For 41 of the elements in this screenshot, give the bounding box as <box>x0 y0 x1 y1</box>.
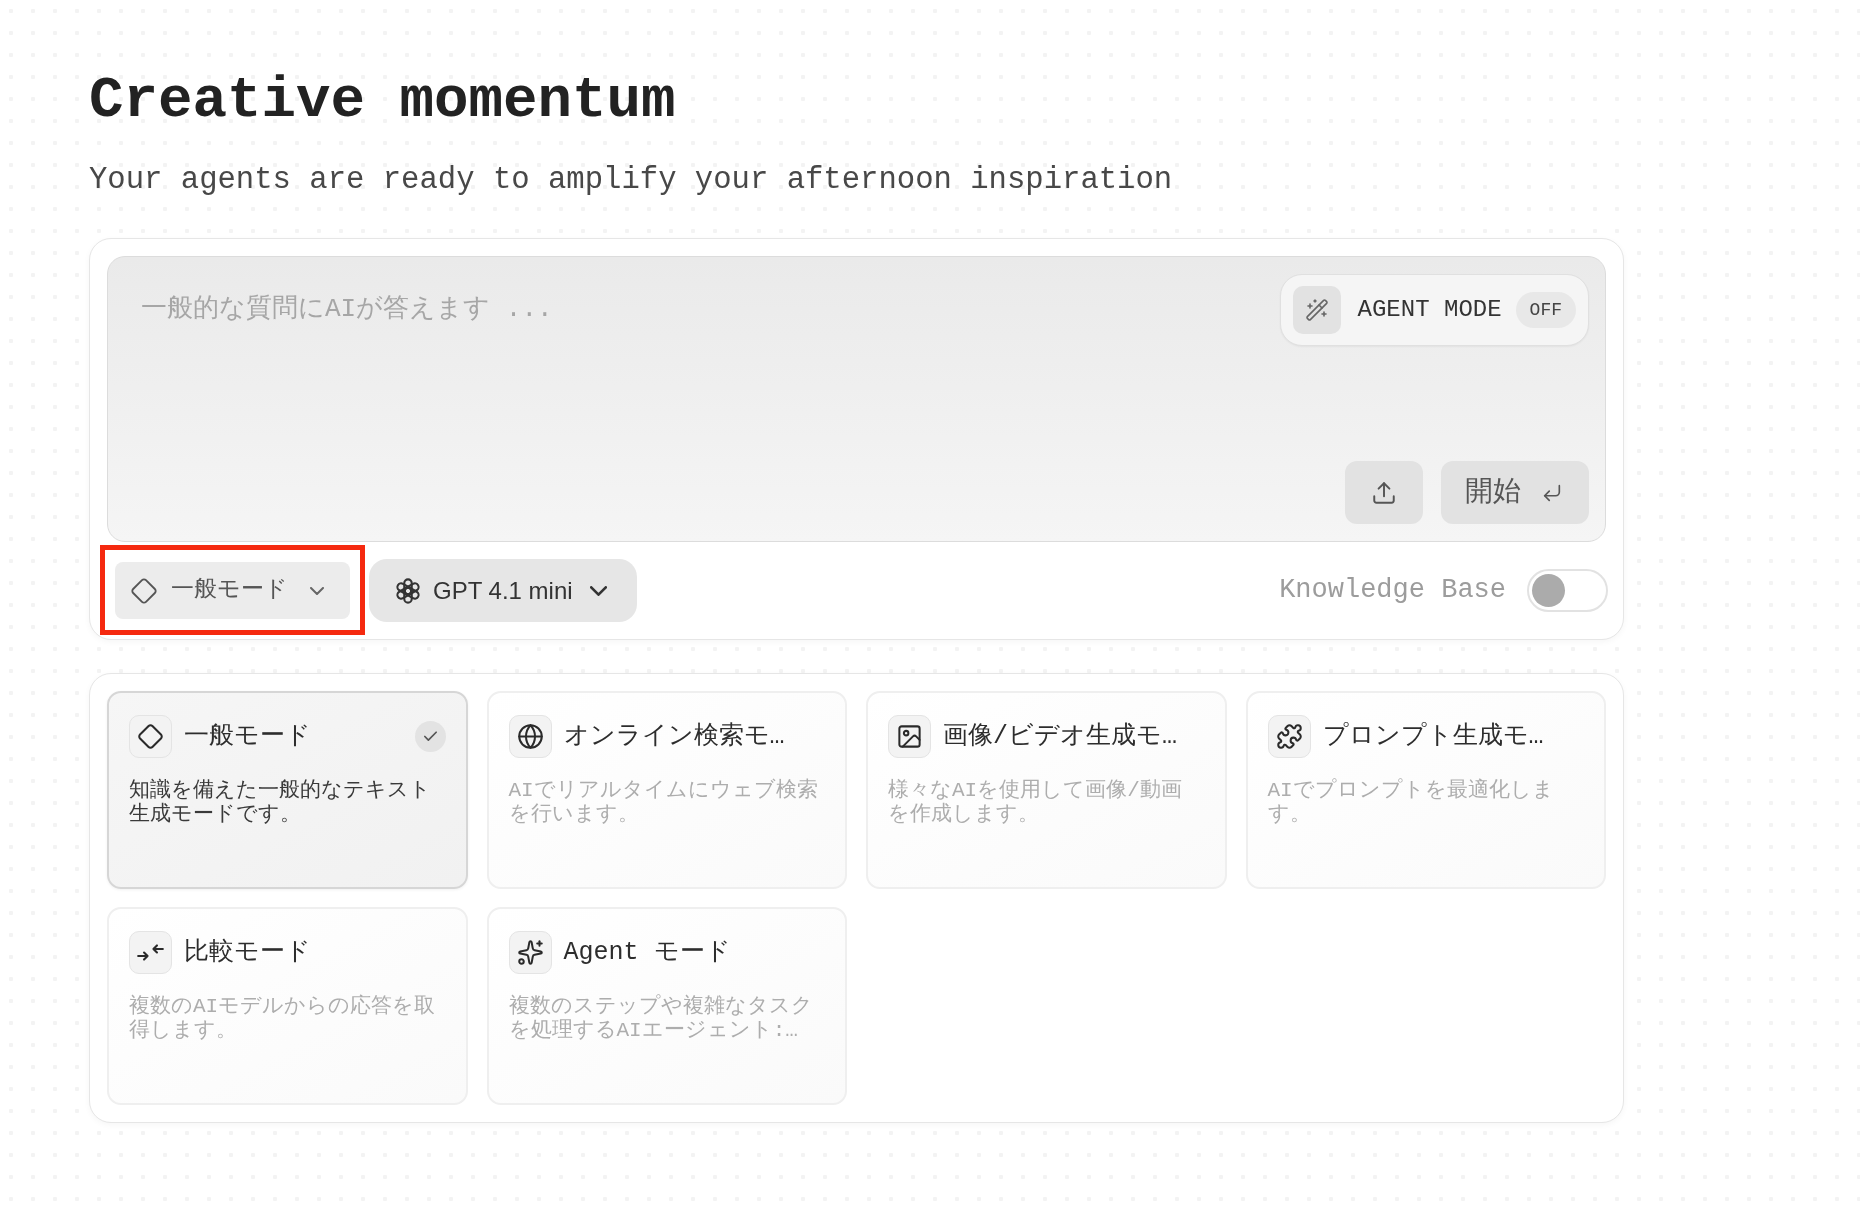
check-icon <box>414 721 446 752</box>
card-title: 画像/ビデオ生成モ… <box>943 721 1177 752</box>
puzzle-icon <box>1267 715 1311 758</box>
card-description: 様々なAIを使用して画像/動画を作成します。 <box>888 779 1183 827</box>
mode-card[interactable]: Agent モード 複数のステップや複雑なタスクを処理するAIエージェント:… <box>486 907 847 1105</box>
card-title: Agent モード <box>563 937 731 968</box>
card-description: 複数のステップや複雑なタスクを処理するAIエージェント:… <box>508 995 814 1043</box>
prompt-field[interactable]: 一般的な質問にAIが答えます ... AGENT MODE OFF 開始 <box>107 256 1606 542</box>
mode-card[interactable]: 比較モード 複数のAIモデルからの応答を取得します。 <box>107 907 468 1105</box>
mode-card[interactable]: オンライン検索モ… AIでリアルタイムにウェブ検索を行います。 <box>486 691 847 889</box>
globe-icon <box>508 715 552 758</box>
wand-icon <box>1292 286 1341 334</box>
card-title: オンライン検索モ… <box>563 721 785 752</box>
status-badge: OFF <box>1515 292 1576 328</box>
card-description: 知識を備えた一般的なテキスト生成モードです。 <box>129 779 432 827</box>
flower-logo-icon <box>395 577 421 604</box>
mode-card[interactable]: 画像/ビデオ生成モ… 様々なAIを使用して画像/動画を作成します。 <box>866 691 1227 889</box>
upload-button[interactable] <box>1345 461 1423 524</box>
upload-icon <box>1371 479 1397 506</box>
card-description: AIでリアルタイムにウェブ検索を行います。 <box>508 779 819 827</box>
card-title: 比較モード <box>184 937 311 968</box>
chevron-down-icon <box>589 585 607 596</box>
diamond-icon <box>130 576 158 605</box>
card-description: 複数のAIモデルからの応答を取得します。 <box>129 995 437 1043</box>
mode-dropdown[interactable]: 一般モード <box>115 562 350 619</box>
card-description: AIでプロンプトを最適化します。 <box>1267 779 1555 827</box>
agent-mode-toggle[interactable]: AGENT MODE OFF <box>1279 274 1589 346</box>
page-subtitle: Your agents are ready to amplify your afternoon inspiration <box>89 162 1173 199</box>
model-dropdown[interactable]: GPT 4.1 mini <box>369 559 637 622</box>
start-button[interactable]: 開始 <box>1441 461 1589 524</box>
switch-label: Knowledge Base <box>1279 574 1506 608</box>
mode-card[interactable]: プロンプト生成モ… AIでプロンプトを最適化します。 <box>1245 691 1606 889</box>
card-title: 一般モード <box>184 721 311 752</box>
knowledge-base-switch[interactable] <box>1527 569 1608 612</box>
page-title: Creative momentum <box>89 67 676 135</box>
chevron-down-icon <box>310 586 324 595</box>
picture-icon <box>888 715 931 758</box>
card-title: プロンプト生成モ… <box>1322 721 1544 752</box>
arrows-icon <box>129 931 172 974</box>
mode-card[interactable]: 一般モード 知識を備えた一般的なテキスト生成モードです。 <box>107 691 468 889</box>
sparkles-icon <box>508 931 552 974</box>
